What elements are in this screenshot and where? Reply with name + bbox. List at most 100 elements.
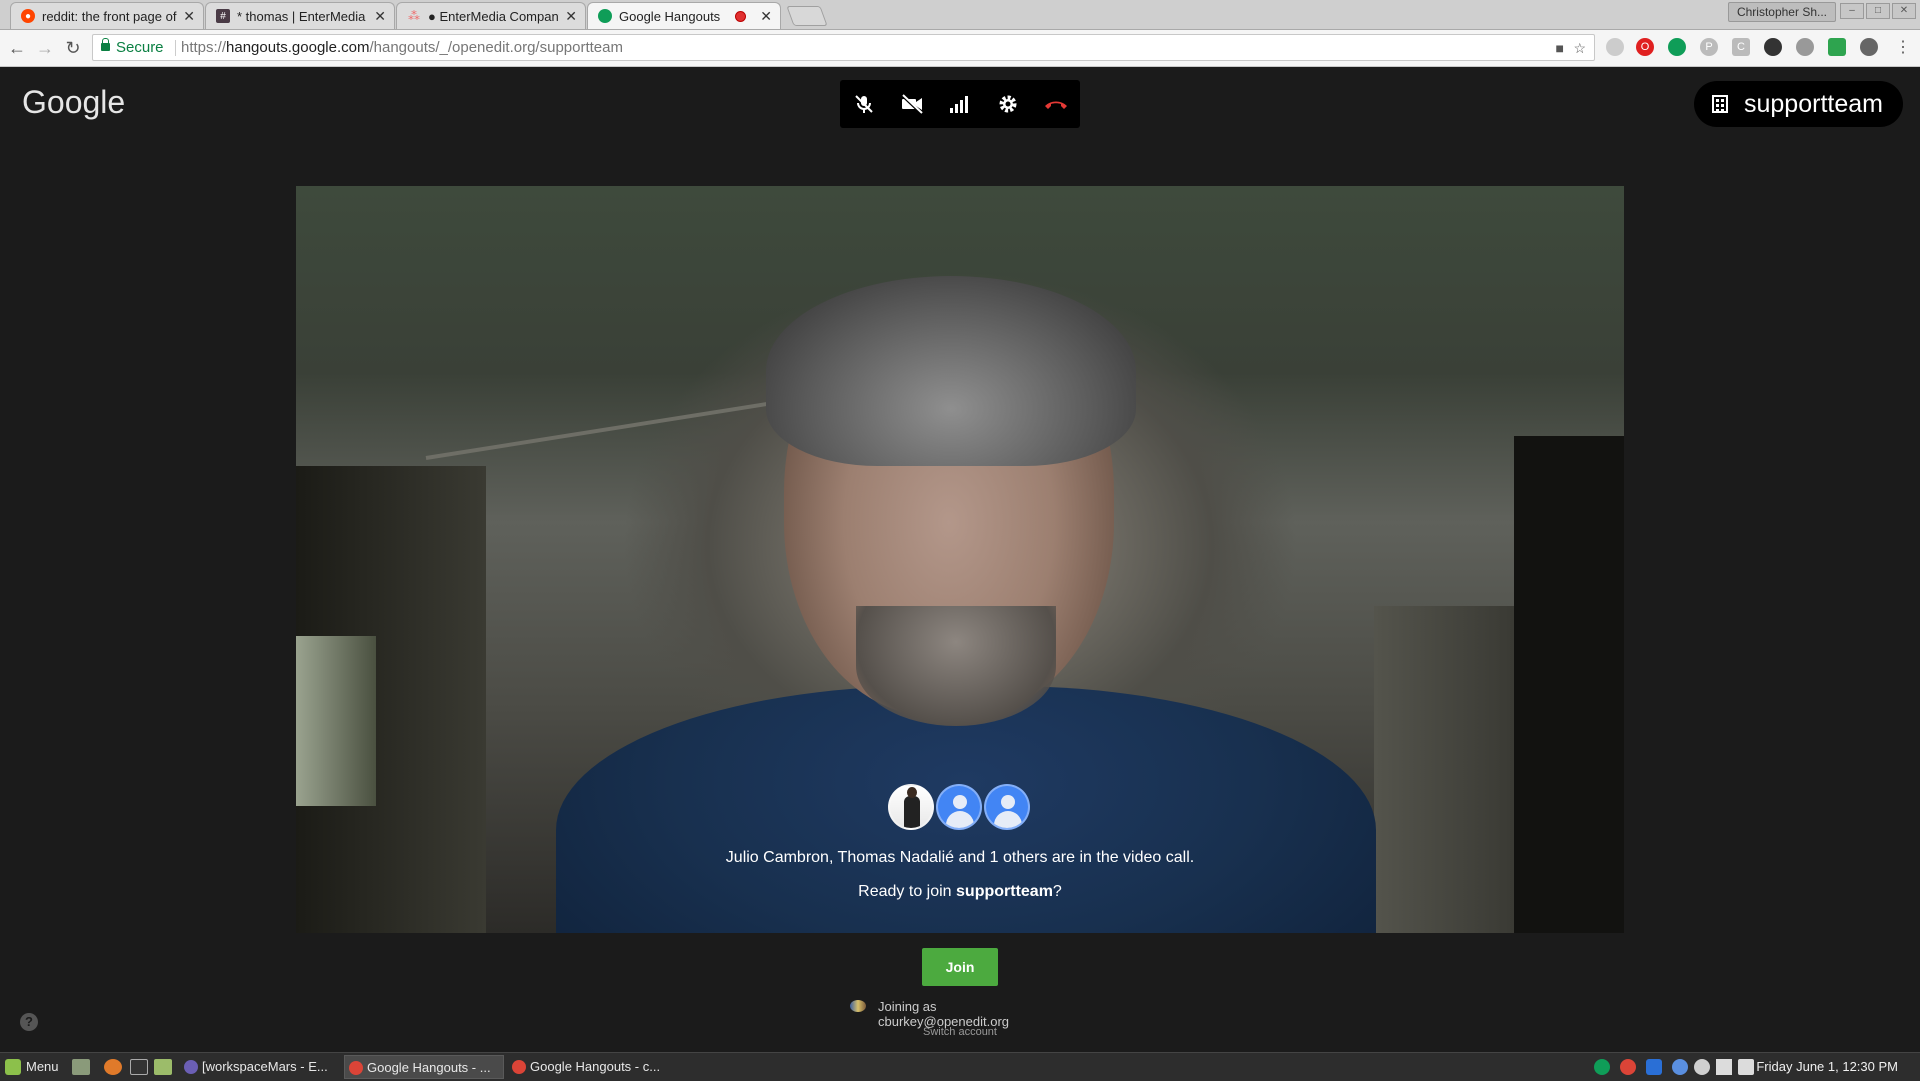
profile-button[interactable]: Christopher Sh... bbox=[1727, 2, 1836, 22]
google-logo: Google bbox=[22, 84, 126, 120]
secure-indicator[interactable]: Secure bbox=[101, 35, 164, 60]
person-hair bbox=[766, 276, 1136, 466]
participant-avatar bbox=[888, 784, 934, 830]
url-path: /hangouts/_/openedit.org/supportteam bbox=[369, 39, 623, 56]
address-bar[interactable]: Secure https://hangouts.google.com/hango… bbox=[92, 34, 1595, 61]
room-name: supportteam bbox=[1744, 90, 1883, 118]
account-avatar-icon bbox=[850, 1000, 866, 1012]
eclipse-icon bbox=[184, 1060, 198, 1074]
show-desktop-icon[interactable] bbox=[72, 1059, 90, 1075]
menu-label: Menu bbox=[26, 1059, 59, 1074]
start-menu-button[interactable]: Menu bbox=[2, 1056, 65, 1078]
minimize-button[interactable]: – bbox=[1840, 3, 1864, 19]
opera-icon[interactable]: O bbox=[1636, 38, 1654, 56]
divider bbox=[175, 40, 176, 56]
close-tab-icon[interactable]: ✕ bbox=[374, 8, 386, 25]
close-tab-icon[interactable]: ✕ bbox=[565, 8, 577, 25]
mic-off-icon[interactable] bbox=[840, 80, 888, 128]
user-icon[interactable] bbox=[1694, 1059, 1710, 1075]
tab-title: Google Hangouts bbox=[619, 8, 721, 24]
chrome-menu-icon[interactable]: ⋮ bbox=[1892, 37, 1914, 59]
mint-logo-icon bbox=[5, 1059, 21, 1075]
camera-permission-icon[interactable]: ■ bbox=[1556, 36, 1564, 61]
url-text[interactable]: https://hangouts.google.com/hangouts/_/o… bbox=[181, 35, 623, 60]
firefox-icon[interactable] bbox=[104, 1059, 122, 1075]
hangouts-icon bbox=[598, 9, 612, 23]
chrome-extension-icon[interactable] bbox=[1860, 38, 1878, 56]
hash-icon: # bbox=[216, 9, 230, 23]
battery-icon[interactable] bbox=[1738, 1059, 1754, 1075]
tab-title: reddit: the front page of bbox=[42, 8, 177, 24]
help-icon[interactable]: ? bbox=[20, 1013, 38, 1031]
call-controls bbox=[840, 80, 1080, 128]
tab-asana[interactable]: ⁂ ● EnterMedia Company ✕ bbox=[396, 2, 586, 29]
task-eclipse[interactable]: [workspaceMars - E... bbox=[180, 1055, 330, 1079]
url-scheme: https:// bbox=[181, 39, 227, 56]
asana-icon: ⁂ bbox=[408, 9, 420, 23]
participants-in-call-text: Julio Cambron, Thomas Nadalié and 1 othe… bbox=[725, 849, 1195, 866]
tab-reddit[interactable]: ● reddit: the front page of ✕ bbox=[10, 2, 204, 29]
wifi-icon[interactable] bbox=[1716, 1059, 1732, 1075]
lock-icon bbox=[101, 38, 110, 51]
reddit-icon: ● bbox=[21, 9, 35, 23]
switch-account-label[interactable]: Switch account bbox=[923, 1026, 997, 1038]
room-name-badge: supportteam bbox=[1694, 81, 1903, 127]
tab-title: * thomas | EnterMedia bbox=[237, 8, 366, 24]
new-tab-button[interactable] bbox=[786, 6, 828, 26]
ready-prefix: Ready to join bbox=[858, 883, 957, 900]
ready-to-join-text: Ready to join supportteam? bbox=[296, 883, 1624, 901]
participant-avatars bbox=[888, 784, 1032, 832]
task-label: Google Hangouts - c... bbox=[530, 1059, 661, 1074]
chrome-icon bbox=[512, 1060, 526, 1074]
clock[interactable]: Friday June 1, 12:30 PM bbox=[1756, 1053, 1898, 1081]
taskbar: Menu [workspaceMars - E... Google Hangou… bbox=[0, 1052, 1920, 1081]
task-label: [workspaceMars - E... bbox=[202, 1059, 328, 1074]
tab-slack[interactable]: # * thomas | EnterMedia ✕ bbox=[205, 2, 395, 29]
hang-up-icon[interactable] bbox=[1032, 80, 1080, 128]
default-avatar-icon bbox=[936, 784, 982, 830]
user-extension-icon[interactable] bbox=[1796, 38, 1814, 56]
join-button[interactable]: Join bbox=[922, 948, 998, 986]
close-tab-icon[interactable]: ✕ bbox=[183, 8, 195, 25]
pinterest-extension-icon[interactable]: P bbox=[1700, 38, 1718, 56]
secure-label: Secure bbox=[116, 39, 164, 56]
task-label: Google Hangouts - ... bbox=[367, 1060, 491, 1075]
back-icon[interactable]: ← bbox=[6, 37, 28, 59]
joining-as-text: Joining as cburkey@openedit.org bbox=[878, 999, 1009, 1029]
settings-gear-icon[interactable] bbox=[984, 80, 1032, 128]
chrome-tray-icon[interactable] bbox=[1620, 1059, 1636, 1075]
building-icon bbox=[1712, 95, 1728, 113]
close-tab-icon[interactable]: ✕ bbox=[760, 8, 772, 25]
extension-icon[interactable] bbox=[1606, 38, 1624, 56]
extension-new-icon[interactable] bbox=[1764, 38, 1782, 56]
joining-as: Joining as cburkey@openedit.org bbox=[850, 999, 1070, 1029]
terminal-icon[interactable] bbox=[130, 1059, 148, 1075]
bluetooth-icon[interactable] bbox=[1672, 1059, 1688, 1075]
close-window-button[interactable]: ✕ bbox=[1892, 3, 1916, 19]
hangouts-tray-icon[interactable] bbox=[1594, 1059, 1610, 1075]
task-google-hangouts-2[interactable]: Google Hangouts - c... bbox=[508, 1055, 668, 1079]
person-beard bbox=[856, 606, 1056, 726]
ready-suffix: ? bbox=[1052, 883, 1062, 900]
switch-account-link[interactable]: Switch account bbox=[296, 1026, 1624, 1038]
camera-off-icon[interactable] bbox=[888, 80, 936, 128]
browser-tab-strip: ● reddit: the front page of ✕ # * thomas… bbox=[0, 0, 1920, 30]
default-avatar-icon bbox=[984, 784, 1030, 830]
video-background bbox=[296, 636, 376, 806]
shield-icon[interactable] bbox=[1646, 1059, 1662, 1075]
tab-google-hangouts[interactable]: Google Hangouts ✕ bbox=[587, 2, 781, 29]
tab-title: ● EnterMedia Company bbox=[428, 8, 560, 24]
files-icon[interactable] bbox=[154, 1059, 172, 1075]
browser-toolbar: ← → ↻ Secure https://hangouts.google.com… bbox=[0, 30, 1920, 67]
maximize-button[interactable]: □ bbox=[1866, 3, 1890, 19]
hangouts-extension-icon[interactable] bbox=[1668, 38, 1686, 56]
ready-room: supportteam bbox=[956, 883, 1053, 900]
evernote-extension-icon[interactable] bbox=[1828, 38, 1846, 56]
reload-icon[interactable]: ↻ bbox=[62, 37, 84, 59]
bookmark-star-icon[interactable]: ☆ bbox=[1573, 36, 1586, 61]
signal-bars-icon[interactable] bbox=[936, 80, 984, 128]
forward-icon[interactable]: → bbox=[34, 37, 56, 59]
task-google-hangouts-1[interactable]: Google Hangouts - ... bbox=[344, 1055, 504, 1079]
extension-c-icon[interactable]: C bbox=[1732, 38, 1750, 56]
url-host: hangouts.google.com bbox=[226, 39, 370, 56]
